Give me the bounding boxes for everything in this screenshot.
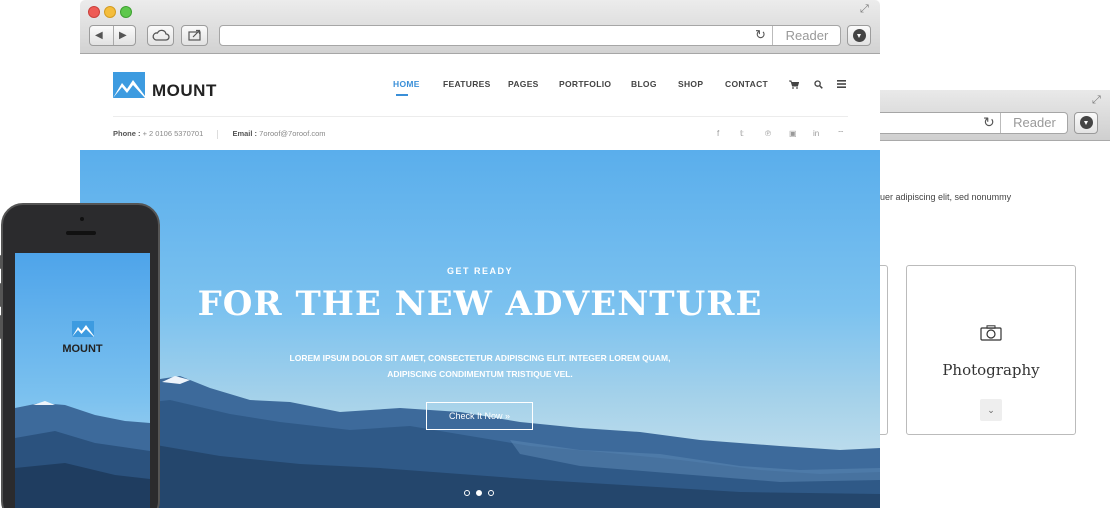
facebook-icon[interactable]: f — [717, 129, 719, 138]
contact-divider — [217, 129, 219, 139]
hero-text: LOREM IPSUM DOLOR SIT AMET, CONSECTETUR … — [230, 350, 730, 382]
rss-icon[interactable]: ⌔ — [837, 129, 845, 139]
photography-card[interactable]: Photography ⌄ — [906, 265, 1076, 435]
slide-dot[interactable] — [464, 490, 470, 496]
hero-text-line-1: LOREM IPSUM DOLOR SIT AMET, CONSECTETUR … — [289, 353, 671, 363]
linkedin-icon[interactable]: in — [813, 129, 819, 138]
twitter-icon[interactable]: 𝕥 — [740, 129, 744, 138]
cart-icon[interactable] — [789, 80, 799, 89]
cloud-icon — [152, 29, 170, 41]
reload-icon[interactable]: ↻ — [983, 114, 995, 131]
phone-label: Phone : — [113, 129, 141, 138]
menu-icon[interactable] — [837, 80, 846, 88]
email-label: Email : — [232, 129, 258, 138]
reader-button[interactable]: Reader — [772, 26, 841, 45]
phone-side-button — [0, 255, 3, 269]
back-arrow-icon[interactable]: ◀ — [95, 26, 103, 45]
phone-value[interactable]: + 2 0106 5370701 — [143, 129, 204, 138]
chevron-down-icon[interactable]: ⌄ — [980, 399, 1002, 421]
phone-mockup: MOUNT — [0, 203, 160, 508]
back-download-button[interactable] — [1074, 112, 1098, 134]
slide-dot-active[interactable] — [476, 490, 482, 496]
hero-headline: FOR THE NEW ADVENTURE — [197, 284, 763, 324]
expand-icon[interactable]: ⤢ — [1092, 94, 1101, 107]
download-icon — [1080, 116, 1093, 129]
button-divider — [113, 26, 114, 45]
header-divider — [113, 116, 848, 117]
nav-item-pages[interactable]: PAGES — [508, 79, 539, 89]
nav-item-contact[interactable]: CONTACT — [725, 79, 768, 89]
brand-name[interactable]: MOUNT — [152, 81, 217, 101]
download-button[interactable] — [847, 25, 871, 46]
partial-feature-card — [880, 265, 888, 435]
window-controls — [88, 5, 136, 23]
slider-pagination — [464, 483, 500, 501]
cloud-button[interactable] — [147, 25, 174, 46]
nav-item-blog[interactable]: BLOG — [631, 79, 657, 89]
phone-camera — [80, 217, 84, 221]
address-bar[interactable]: ↻ Reader — [219, 25, 841, 46]
hero-slider: GET READY FOR THE NEW ADVENTURE LOREM IP… — [80, 150, 880, 508]
nav-item-home[interactable]: HOME — [393, 79, 420, 89]
phone-volume-down — [0, 315, 3, 339]
back-browser-toolbar: ⤢ ↻ Reader — [880, 90, 1110, 141]
slide-dot[interactable] — [488, 490, 494, 496]
cta-label: Check It Now — [448, 411, 503, 421]
hero-kicker: GET READY — [446, 266, 513, 276]
phone-speaker — [66, 231, 96, 235]
mountain-landscape — [80, 376, 880, 508]
double-chevron-right-icon: » — [505, 411, 511, 421]
check-it-now-button[interactable]: Check It Now » — [426, 402, 533, 430]
card-title: Photography — [942, 361, 1040, 379]
phone-volume-up — [0, 283, 3, 307]
hero-text-line-2: ADIPISCING CONDIMENTUM TRISTIQUE VEL. — [387, 369, 573, 379]
camera-icon — [980, 325, 1002, 341]
minimize-window-button[interactable] — [104, 6, 116, 18]
close-window-button[interactable] — [88, 6, 100, 18]
phone-brand-name: MOUNT — [62, 343, 103, 355]
nav-item-shop[interactable]: SHOP — [678, 79, 703, 89]
website-page: MOUNT HOME FEATURES PAGES PORTFOLIO BLOG… — [80, 54, 880, 508]
download-icon — [853, 29, 866, 42]
expand-icon[interactable]: ⤢ — [860, 3, 869, 16]
share-button[interactable] — [181, 25, 208, 46]
back-forward-buttons[interactable]: ◀ ▶ — [89, 25, 136, 46]
vimeo-icon[interactable]: ▣ — [789, 129, 797, 138]
reload-icon[interactable]: ↻ — [755, 27, 766, 43]
pinterest-icon[interactable]: ℗ — [765, 129, 771, 138]
share-icon — [187, 29, 201, 41]
contact-bar: Phone : + 2 0106 5370701 Email : 7oroof@… — [113, 129, 326, 139]
nav-item-portfolio[interactable]: PORTFOLIO — [559, 79, 611, 89]
zoom-window-button[interactable] — [120, 6, 132, 18]
nav-active-indicator — [396, 94, 408, 96]
forward-arrow-icon[interactable]: ▶ — [119, 26, 127, 45]
email-value[interactable]: 7oroof@7oroof.com — [259, 129, 325, 138]
phone-screen: MOUNT — [15, 253, 150, 508]
nav-item-features[interactable]: FEATURES — [443, 79, 491, 89]
search-icon[interactable] — [814, 80, 823, 89]
back-reader-button[interactable]: Reader — [1000, 113, 1068, 133]
mount-logo-icon[interactable] — [113, 72, 145, 98]
back-address-bar[interactable]: ↻ Reader — [880, 112, 1068, 134]
phone-logo-icon — [72, 321, 94, 337]
phone-mountain-landscape — [15, 401, 150, 508]
back-body-text: uer adipiscing elit, sed nonummy — [880, 192, 1012, 202]
browser-toolbar: ⤢ ◀ ▶ ↻ Reader — [80, 0, 880, 54]
